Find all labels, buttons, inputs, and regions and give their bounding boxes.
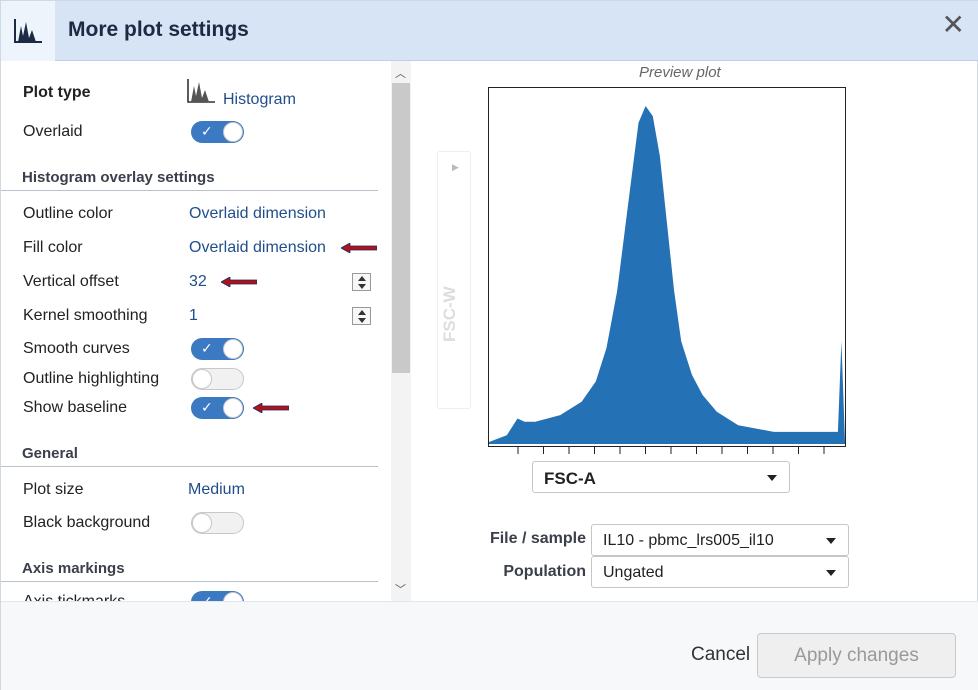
chevron-down-icon: [826, 570, 836, 576]
annotation-arrow-icon: [341, 243, 377, 253]
axis-tickmarks-label: Axis tickmarks: [23, 593, 125, 601]
dialog-footer: Cancel Apply changes: [1, 601, 978, 690]
cancel-button[interactable]: Cancel: [691, 644, 750, 666]
chevron-down-icon: [826, 538, 836, 544]
axis-tickmarks-toggle[interactable]: ✓: [191, 591, 244, 601]
check-icon: ✓: [201, 123, 213, 139]
y-axis-selector[interactable]: ▶ FSC-W: [437, 151, 471, 409]
x-axis-select-value: FSC-A: [544, 469, 596, 488]
plot-size-label: Plot size: [23, 481, 84, 498]
outline-color-label: Outline color: [23, 205, 113, 222]
check-icon: ✓: [201, 399, 213, 415]
y-axis-label: FSC-W: [440, 286, 459, 342]
chevron-down-icon[interactable]: ﹀: [395, 581, 406, 597]
file-sample-label: File / sample: [489, 530, 586, 547]
outline-highlighting-toggle[interactable]: [191, 368, 244, 390]
section-title: Axis markings: [22, 560, 125, 577]
x-axis-ticks: [517, 447, 825, 454]
preview-plot: [488, 87, 846, 447]
kernel-smoothing-value[interactable]: 1: [189, 307, 198, 325]
file-sample-select[interactable]: IL10 - pbmc_lrs005_il10: [591, 524, 849, 556]
fill-color-label: Fill color: [23, 239, 83, 256]
vertical-offset-stepper[interactable]: [352, 273, 371, 291]
preview-title: Preview plot: [639, 64, 721, 81]
annotation-arrow-icon: [221, 277, 257, 287]
section-title: General: [22, 445, 78, 462]
population-select[interactable]: Ungated: [591, 556, 849, 588]
vertical-offset-label: Vertical offset: [23, 273, 119, 290]
black-background-toggle[interactable]: [191, 512, 244, 534]
file-sample-value: IL10 - pbmc_lrs005_il10: [603, 532, 774, 549]
section-title: Histogram overlay settings: [22, 169, 215, 186]
fill-color-value[interactable]: Overlaid dimension: [189, 239, 326, 257]
check-icon: ✓: [201, 340, 213, 356]
x-axis-select[interactable]: FSC-A: [532, 461, 790, 493]
smooth-curves-toggle[interactable]: ✓: [191, 338, 244, 360]
show-baseline-toggle[interactable]: ✓: [191, 397, 244, 419]
scrollbar-thumb[interactable]: [392, 83, 410, 373]
check-icon: ✓: [201, 593, 213, 601]
dialog-title: More plot settings: [68, 18, 249, 41]
kernel-smoothing-label: Kernel smoothing: [23, 307, 148, 324]
dialog-header: More plot settings ✕: [1, 1, 978, 61]
overlaid-toggle[interactable]: ✓: [191, 121, 244, 143]
section-histogram-overlay: Histogram overlay settings: [1, 163, 378, 191]
plot-settings-dialog: More plot settings ✕ Plot type Histogram…: [0, 0, 978, 690]
chevron-down-icon: [767, 475, 777, 481]
plot-type-value[interactable]: Histogram: [223, 91, 296, 109]
plot-type-label: Plot type: [23, 84, 91, 101]
caret-right-icon: ▶: [452, 162, 459, 172]
apply-changes-button[interactable]: Apply changes: [757, 633, 956, 678]
plot-size-value[interactable]: Medium: [188, 481, 245, 499]
population-value: Ungated: [603, 564, 664, 581]
smooth-curves-label: Smooth curves: [23, 340, 130, 357]
kernel-smoothing-stepper[interactable]: [352, 307, 371, 325]
black-background-label: Black background: [23, 514, 151, 531]
outline-color-value[interactable]: Overlaid dimension: [189, 205, 326, 223]
section-general: General: [1, 439, 378, 467]
settings-scrollbar[interactable]: ︿ ﹀: [391, 61, 411, 601]
close-icon[interactable]: ✕: [942, 11, 965, 39]
population-label: Population: [503, 563, 586, 580]
histogram-chart: [489, 106, 845, 444]
settings-panel: Plot type Histogram Overlaid ✓ Histogram…: [1, 61, 391, 601]
outline-highlighting-label: Outline highlighting: [23, 370, 160, 387]
annotation-arrow-icon: [253, 403, 289, 413]
histogram-logo-icon: [1, 1, 55, 61]
histogram-area: [489, 106, 845, 442]
histogram-icon: [186, 78, 216, 109]
show-baseline-label: Show baseline: [23, 399, 128, 416]
overlaid-label: Overlaid: [23, 123, 83, 140]
chevron-up-icon[interactable]: ︿: [395, 65, 406, 81]
section-axis-markings: Axis markings: [1, 554, 378, 582]
vertical-offset-value[interactable]: 32: [189, 273, 207, 291]
